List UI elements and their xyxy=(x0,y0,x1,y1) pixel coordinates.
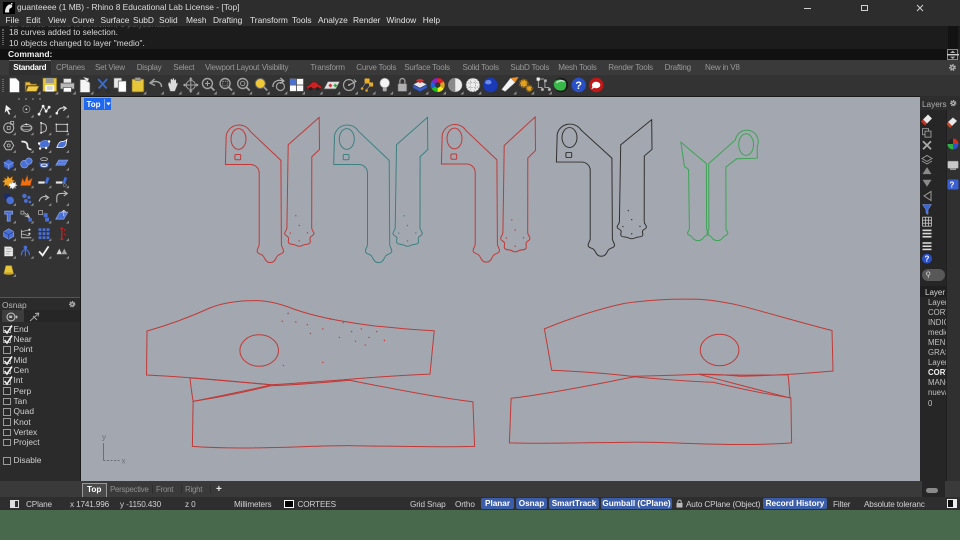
svg-text:?: ? xyxy=(925,255,930,264)
svg-text:?: ? xyxy=(575,80,582,92)
svg-text:?: ? xyxy=(950,181,955,190)
